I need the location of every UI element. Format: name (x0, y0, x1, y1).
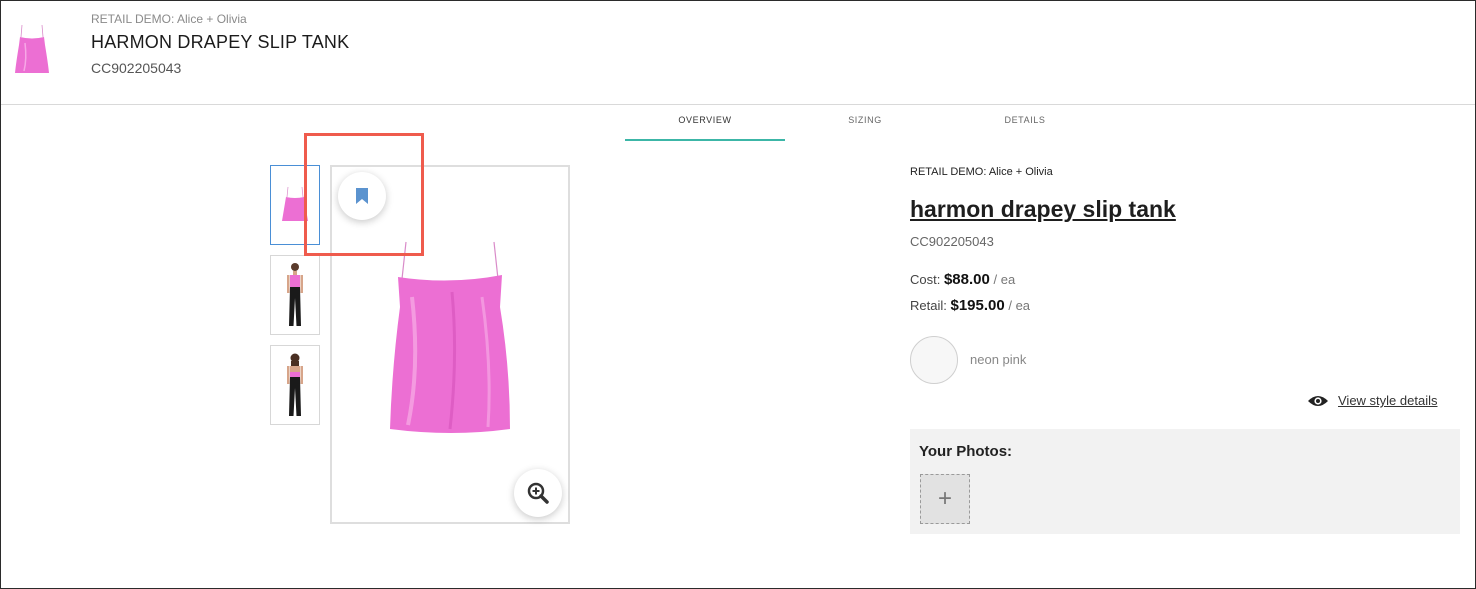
cost-unit: / ea (993, 272, 1016, 287)
tab-overview[interactable]: OVERVIEW (625, 106, 785, 141)
retail-label: Retail: (910, 298, 947, 313)
product-name-link[interactable]: harmon drapey slip tank (910, 196, 1176, 223)
thumbnail-model-front-image (287, 263, 303, 326)
add-photo-button[interactable]: + (920, 474, 970, 524)
tab-details[interactable]: DETAILS (945, 106, 1105, 141)
thumbnail-front-image (282, 186, 308, 221)
header-sku: CC902205043 (91, 60, 182, 76)
product-sku: CC902205043 (910, 234, 994, 249)
cost-value: $88.00 (943, 271, 990, 288)
retail-value: $195.00 (950, 297, 1005, 314)
retail-unit: / ea (1008, 298, 1031, 313)
thumbnail-front[interactable] (270, 165, 320, 245)
your-photos-title: Your Photos: (919, 443, 1013, 460)
header-title: HARMON DRAPEY SLIP TANK (91, 32, 350, 52)
view-style-details-label: View style details (1338, 393, 1438, 408)
retail-row: Retail: $195.00 / ea (910, 297, 1030, 314)
color-name: neon pink (970, 352, 1027, 367)
cost-row: Cost: $88.00 / ea (910, 271, 1015, 288)
view-style-details-link[interactable]: View style details (1307, 393, 1437, 408)
bookmark-icon (356, 188, 368, 204)
tab-sizing[interactable]: SIZING (785, 106, 945, 141)
eye-icon (1308, 395, 1328, 406)
zoom-button[interactable] (514, 469, 562, 517)
product-brand: RETAIL DEMO: Alice + Olivia (910, 166, 1053, 178)
cost-label: Cost: (910, 272, 941, 287)
bookmark-button[interactable] (338, 172, 386, 220)
thumbnail-model-front[interactable] (270, 255, 320, 335)
header-brand: RETAIL DEMO: Alice + Olivia (91, 12, 247, 26)
zoom-in-icon (527, 482, 549, 504)
thumbnail-model-back-image (287, 353, 303, 416)
your-photos-panel: Your Photos: + (910, 429, 1460, 534)
header-product-thumbnail (15, 24, 49, 73)
color-swatch[interactable] (910, 336, 958, 384)
plus-icon: + (937, 485, 952, 512)
thumbnail-model-back[interactable] (270, 345, 320, 425)
product-tabs: OVERVIEW SIZING DETAILS (625, 106, 1105, 141)
product-header: RETAIL DEMO: Alice + Olivia HARMON DRAPE… (1, 1, 1475, 105)
